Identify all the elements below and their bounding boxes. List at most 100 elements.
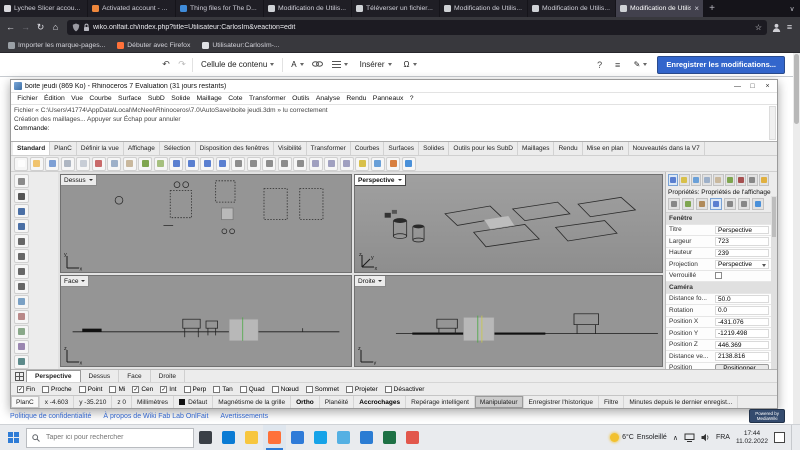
toolbar-tab[interactable]: Nouveautés dans la V7: [629, 142, 705, 155]
menu-item[interactable]: Panneaux: [370, 95, 407, 102]
redo-icon[interactable]: [154, 157, 168, 171]
minimize-button[interactable]: —: [730, 83, 745, 90]
menu-item[interactable]: SubD: [145, 95, 168, 102]
select-tool-icon[interactable]: [14, 174, 29, 188]
help-icon[interactable]: ?: [594, 60, 606, 70]
maximize-button[interactable]: □: [745, 83, 760, 90]
toolbar-tab[interactable]: Rendu: [554, 142, 582, 155]
start-button[interactable]: [0, 425, 26, 450]
paragraph-style-dropdown[interactable]: Cellule de contenu: [197, 56, 278, 74]
menu-item[interactable]: Courbe: [86, 95, 115, 102]
materials-tab-icon[interactable]: [725, 174, 735, 186]
property-value[interactable]: -1219.498: [715, 329, 769, 338]
property-value[interactable]: 239: [715, 249, 769, 258]
viewport-face-tab[interactable]: Face: [61, 276, 89, 287]
toolbar-tab[interactable]: Définir la vue: [77, 142, 124, 155]
about-link[interactable]: À propos de Wiki Fab Lab OnlFait: [103, 413, 208, 420]
toolbar-tab[interactable]: Courbes: [351, 142, 385, 155]
sun-tab-icon[interactable]: [759, 174, 769, 186]
osnap-checkbox[interactable]: [42, 386, 49, 393]
status-item[interactable]: Repérage intelligent: [406, 396, 475, 408]
browser-tab[interactable]: Modification de Utilis... ×: [616, 0, 704, 17]
notes-tab-icon[interactable]: [713, 174, 723, 186]
osnap-checkbox[interactable]: [17, 386, 24, 393]
zoom-window-icon[interactable]: [185, 157, 199, 171]
photos-icon[interactable]: [332, 425, 355, 450]
volume-icon[interactable]: [701, 433, 710, 442]
viewport-droite[interactable]: Droite z y: [354, 275, 663, 367]
copy-icon[interactable]: [107, 157, 121, 171]
osnap-option[interactable]: Nœud: [272, 386, 299, 393]
search-input[interactable]: [44, 433, 178, 442]
status-item[interactable]: z 0: [112, 396, 132, 408]
rotate-view-icon[interactable]: [216, 157, 230, 171]
new-tab-button[interactable]: +: [704, 0, 720, 17]
bookmark-item[interactable]: Importer les marque-pages...: [8, 42, 105, 49]
properties-tab-icon[interactable]: [668, 174, 678, 186]
edit-mode-dropdown[interactable]: ✎: [630, 56, 652, 74]
osnap-checkbox[interactable]: [79, 386, 86, 393]
osnap-option[interactable]: Mi: [109, 386, 125, 393]
text-style-dropdown[interactable]: A: [287, 56, 307, 74]
status-item[interactable]: Manipulateur: [475, 396, 524, 408]
account-icon[interactable]: [772, 23, 781, 32]
osnap-checkbox[interactable]: [272, 386, 279, 393]
bookmark-item[interactable]: Utilisateur:CarlosIm-...: [202, 42, 279, 49]
join-icon[interactable]: [340, 157, 354, 171]
menu-item[interactable]: Maillage: [193, 95, 225, 102]
save-button[interactable]: Enregistrer les modifications...: [657, 56, 785, 74]
action-center-icon[interactable]: [774, 432, 785, 443]
cut-icon[interactable]: [92, 157, 106, 171]
transform-tool-icon[interactable]: [14, 340, 29, 354]
osnap-checkbox[interactable]: [213, 386, 220, 393]
export-icon[interactable]: [76, 157, 90, 171]
bookmark-item[interactable]: Débuter avec Firefox: [117, 42, 190, 49]
osnap-option[interactable]: Perp: [184, 386, 207, 393]
home-button[interactable]: ⌂: [49, 23, 62, 32]
status-item[interactable]: Planéité: [320, 396, 355, 408]
network-icon[interactable]: [684, 433, 695, 442]
status-item[interactable]: PlanC: [11, 396, 40, 408]
viewport-tab[interactable]: Droite: [151, 370, 185, 382]
new-file-icon[interactable]: [14, 157, 28, 171]
solid-tool-icon[interactable]: [14, 310, 29, 324]
browser-tab[interactable]: Activated account - ...: [88, 0, 176, 17]
viewport-droite-tab[interactable]: Droite: [355, 276, 386, 287]
bookmark-star-icon[interactable]: ☆: [755, 24, 762, 32]
status-item[interactable]: Enregistrer l'historique: [524, 396, 599, 408]
menu-button[interactable]: ≡: [783, 23, 796, 32]
osnap-checkbox[interactable]: [109, 386, 116, 393]
menu-item[interactable]: Transformer: [246, 95, 289, 102]
browser-tab[interactable]: Modification de Utilis...: [264, 0, 352, 17]
display-props-icon[interactable]: [710, 198, 722, 210]
osnap-checkbox[interactable]: [132, 386, 139, 393]
menu-item[interactable]: Édition: [41, 95, 68, 102]
osnap-icon[interactable]: [386, 157, 400, 171]
polygon-tool-icon[interactable]: [14, 280, 29, 294]
osnap-checkbox[interactable]: [160, 386, 167, 393]
texture-props-icon[interactable]: [696, 198, 708, 210]
edge-icon[interactable]: [217, 425, 240, 450]
curve-tool-icon[interactable]: [14, 219, 29, 233]
tray-expand-icon[interactable]: ∧: [673, 434, 678, 442]
circle-tool-icon[interactable]: [14, 234, 29, 248]
toolbar-tab[interactable]: Transformer: [307, 142, 351, 155]
pan-view-icon[interactable]: [169, 157, 183, 171]
command-area[interactable]: Fichier « C:\Users\41774\AppData\Local\M…: [11, 105, 777, 142]
print-icon[interactable]: [61, 157, 75, 171]
scrollbar-thumb[interactable]: [794, 54, 799, 124]
weather-widget[interactable]: 6°C Ensoleillé: [610, 433, 667, 442]
forward-button[interactable]: →: [19, 23, 32, 32]
property-value[interactable]: 2138.816: [715, 352, 769, 361]
menu-item[interactable]: Solide: [168, 95, 193, 102]
firefox-icon[interactable]: [263, 425, 286, 450]
display-tab-icon[interactable]: [691, 174, 701, 186]
menu-item[interactable]: Analyse: [313, 95, 344, 102]
display-icon[interactable]: [371, 157, 385, 171]
list-format-dropdown[interactable]: [328, 56, 352, 74]
special-character-dropdown[interactable]: Ω: [400, 56, 421, 74]
layers-icon[interactable]: [355, 157, 369, 171]
toolbar-tab[interactable]: Standard: [13, 142, 50, 155]
zoom-extents-icon[interactable]: [200, 157, 214, 171]
viewport-tab[interactable]: Dessus: [81, 370, 120, 382]
